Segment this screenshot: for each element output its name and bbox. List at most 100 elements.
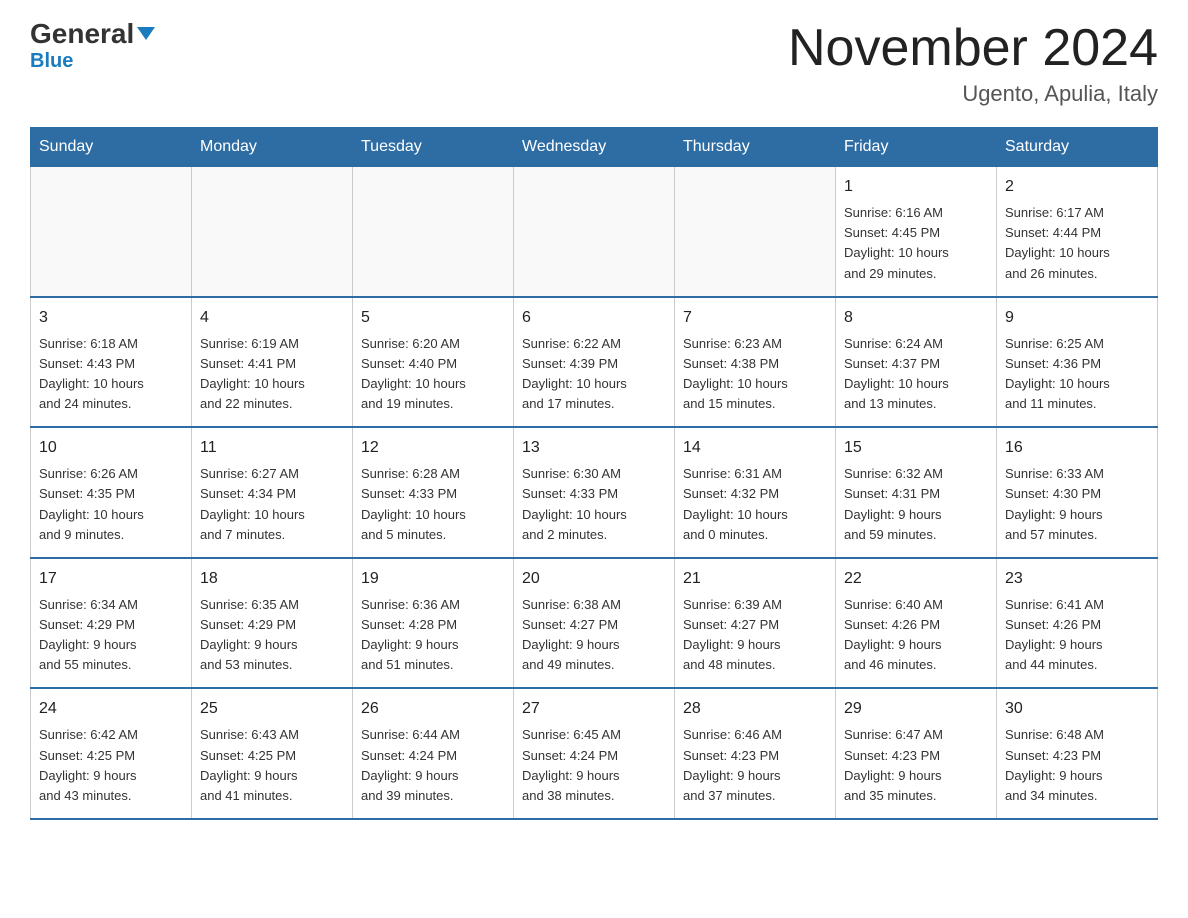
day-info: Sunrise: 6:28 AM Sunset: 4:33 PM Dayligh… xyxy=(361,464,505,545)
day-info: Sunrise: 6:18 AM Sunset: 4:43 PM Dayligh… xyxy=(39,334,183,415)
calendar-week-4: 17 Sunrise: 6:34 AM Sunset: 4:29 PM Dayli… xyxy=(31,558,1158,689)
day-number: 16 xyxy=(1005,436,1149,460)
calendar-cell: 28 Sunrise: 6:46 AM Sunset: 4:23 PM Dayli… xyxy=(675,688,836,819)
day-info: Sunrise: 6:39 AM Sunset: 4:27 PM Dayligh… xyxy=(683,595,827,676)
calendar-cell: 1 Sunrise: 6:16 AM Sunset: 4:45 PM Daylig… xyxy=(836,167,997,297)
calendar-cell xyxy=(514,167,675,297)
weekday-header-thursday: Thursday xyxy=(675,128,836,167)
day-number: 26 xyxy=(361,697,505,721)
calendar-cell: 9 Sunrise: 6:25 AM Sunset: 4:36 PM Daylig… xyxy=(997,297,1158,428)
weekday-header-friday: Friday xyxy=(836,128,997,167)
day-number: 9 xyxy=(1005,306,1149,330)
calendar-cell xyxy=(353,167,514,297)
logo-area: General Blue xyxy=(30,20,156,73)
day-number: 27 xyxy=(522,697,666,721)
calendar-cell: 5 Sunrise: 6:20 AM Sunset: 4:40 PM Daylig… xyxy=(353,297,514,428)
day-info: Sunrise: 6:22 AM Sunset: 4:39 PM Dayligh… xyxy=(522,334,666,415)
day-info: Sunrise: 6:32 AM Sunset: 4:31 PM Dayligh… xyxy=(844,464,988,545)
calendar-cell: 15 Sunrise: 6:32 AM Sunset: 4:31 PM Dayli… xyxy=(836,427,997,558)
calendar-cell: 21Sunrise: 6:39 AM Sunset: 4:27 PM Dayli… xyxy=(675,558,836,689)
day-info: Sunrise: 6:33 AM Sunset: 4:30 PM Dayligh… xyxy=(1005,464,1149,545)
day-number: 11 xyxy=(200,436,344,460)
day-number: 24 xyxy=(39,697,183,721)
day-info: Sunrise: 6:38 AM Sunset: 4:27 PM Dayligh… xyxy=(522,595,666,676)
day-info: Sunrise: 6:44 AM Sunset: 4:24 PM Dayligh… xyxy=(361,725,505,806)
calendar-cell: 25 Sunrise: 6:43 AM Sunset: 4:25 PM Dayli… xyxy=(192,688,353,819)
day-info: Sunrise: 6:31 AM Sunset: 4:32 PM Dayligh… xyxy=(683,464,827,545)
day-info: Sunrise: 6:30 AM Sunset: 4:33 PM Dayligh… xyxy=(522,464,666,545)
day-info: Sunrise: 6:19 AM Sunset: 4:41 PM Dayligh… xyxy=(200,334,344,415)
day-info: Sunrise: 6:26 AM Sunset: 4:35 PM Dayligh… xyxy=(39,464,183,545)
day-number: 1 xyxy=(844,175,988,199)
logo-general: General xyxy=(30,18,134,49)
day-number: 10 xyxy=(39,436,183,460)
day-number: 12 xyxy=(361,436,505,460)
day-info: Sunrise: 6:46 AM Sunset: 4:23 PM Dayligh… xyxy=(683,725,827,806)
day-info: Sunrise: 6:41 AM Sunset: 4:26 PM Dayligh… xyxy=(1005,595,1149,676)
day-number: 29 xyxy=(844,697,988,721)
day-info: Sunrise: 6:24 AM Sunset: 4:37 PM Dayligh… xyxy=(844,334,988,415)
day-number: 17 xyxy=(39,567,183,591)
calendar-cell: 29Sunrise: 6:47 AM Sunset: 4:23 PM Dayli… xyxy=(836,688,997,819)
calendar-cell: 8 Sunrise: 6:24 AM Sunset: 4:37 PM Daylig… xyxy=(836,297,997,428)
calendar-cell: 20 Sunrise: 6:38 AM Sunset: 4:27 PM Dayli… xyxy=(514,558,675,689)
calendar-cell: 17 Sunrise: 6:34 AM Sunset: 4:29 PM Dayli… xyxy=(31,558,192,689)
day-info: Sunrise: 6:16 AM Sunset: 4:45 PM Dayligh… xyxy=(844,203,988,284)
calendar-cell xyxy=(31,167,192,297)
day-info: Sunrise: 6:36 AM Sunset: 4:28 PM Dayligh… xyxy=(361,595,505,676)
calendar-cell: 22Sunrise: 6:40 AM Sunset: 4:26 PM Dayli… xyxy=(836,558,997,689)
weekday-header-monday: Monday xyxy=(192,128,353,167)
day-number: 5 xyxy=(361,306,505,330)
calendar-cell: 26 Sunrise: 6:44 AM Sunset: 4:24 PM Dayli… xyxy=(353,688,514,819)
logo-triangle xyxy=(137,27,155,40)
calendar-cell: 4 Sunrise: 6:19 AM Sunset: 4:41 PM Daylig… xyxy=(192,297,353,428)
day-number: 2 xyxy=(1005,175,1149,199)
main-title: November 2024 xyxy=(788,20,1158,77)
day-info: Sunrise: 6:25 AM Sunset: 4:36 PM Dayligh… xyxy=(1005,334,1149,415)
calendar-table: SundayMondayTuesdayWednesdayThursdayFrid… xyxy=(30,127,1158,820)
day-number: 4 xyxy=(200,306,344,330)
day-info: Sunrise: 6:23 AM Sunset: 4:38 PM Dayligh… xyxy=(683,334,827,415)
day-number: 25 xyxy=(200,697,344,721)
day-number: 8 xyxy=(844,306,988,330)
day-number: 23 xyxy=(1005,567,1149,591)
calendar-week-5: 24 Sunrise: 6:42 AM Sunset: 4:25 PM Dayli… xyxy=(31,688,1158,819)
weekday-header-row: SundayMondayTuesdayWednesdayThursdayFrid… xyxy=(31,128,1158,167)
day-number: 15 xyxy=(844,436,988,460)
day-number: 14 xyxy=(683,436,827,460)
calendar-cell: 7 Sunrise: 6:23 AM Sunset: 4:38 PM Daylig… xyxy=(675,297,836,428)
calendar-cell: 30Sunrise: 6:48 AM Sunset: 4:23 PM Dayli… xyxy=(997,688,1158,819)
calendar-cell: 12 Sunrise: 6:28 AM Sunset: 4:33 PM Dayli… xyxy=(353,427,514,558)
day-info: Sunrise: 6:42 AM Sunset: 4:25 PM Dayligh… xyxy=(39,725,183,806)
calendar-cell: 11 Sunrise: 6:27 AM Sunset: 4:34 PM Dayli… xyxy=(192,427,353,558)
day-info: Sunrise: 6:27 AM Sunset: 4:34 PM Dayligh… xyxy=(200,464,344,545)
day-info: Sunrise: 6:45 AM Sunset: 4:24 PM Dayligh… xyxy=(522,725,666,806)
day-info: Sunrise: 6:40 AM Sunset: 4:26 PM Dayligh… xyxy=(844,595,988,676)
calendar-body: 1 Sunrise: 6:16 AM Sunset: 4:45 PM Daylig… xyxy=(31,167,1158,819)
calendar-cell: 24 Sunrise: 6:42 AM Sunset: 4:25 PM Dayli… xyxy=(31,688,192,819)
calendar-week-3: 10 Sunrise: 6:26 AM Sunset: 4:35 PM Dayli… xyxy=(31,427,1158,558)
day-info: Sunrise: 6:48 AM Sunset: 4:23 PM Dayligh… xyxy=(1005,725,1149,806)
header: General Blue November 2024 Ugento, Apuli… xyxy=(30,20,1158,107)
day-number: 19 xyxy=(361,567,505,591)
day-number: 28 xyxy=(683,697,827,721)
title-area: November 2024 Ugento, Apulia, Italy xyxy=(788,20,1158,107)
calendar-cell xyxy=(675,167,836,297)
day-number: 20 xyxy=(522,567,666,591)
calendar-week-1: 1 Sunrise: 6:16 AM Sunset: 4:45 PM Daylig… xyxy=(31,167,1158,297)
calendar-cell: 23 Sunrise: 6:41 AM Sunset: 4:26 PM Dayli… xyxy=(997,558,1158,689)
calendar-cell: 2Sunrise: 6:17 AM Sunset: 4:44 PM Daylig… xyxy=(997,167,1158,297)
day-number: 7 xyxy=(683,306,827,330)
calendar-cell: 6 Sunrise: 6:22 AM Sunset: 4:39 PM Daylig… xyxy=(514,297,675,428)
calendar-cell: 3Sunrise: 6:18 AM Sunset: 4:43 PM Daylig… xyxy=(31,297,192,428)
day-number: 18 xyxy=(200,567,344,591)
calendar-cell: 10 Sunrise: 6:26 AM Sunset: 4:35 PM Dayli… xyxy=(31,427,192,558)
day-number: 6 xyxy=(522,306,666,330)
day-number: 13 xyxy=(522,436,666,460)
day-info: Sunrise: 6:35 AM Sunset: 4:29 PM Dayligh… xyxy=(200,595,344,676)
subtitle: Ugento, Apulia, Italy xyxy=(788,81,1158,107)
day-info: Sunrise: 6:20 AM Sunset: 4:40 PM Dayligh… xyxy=(361,334,505,415)
day-info: Sunrise: 6:43 AM Sunset: 4:25 PM Dayligh… xyxy=(200,725,344,806)
weekday-header-saturday: Saturday xyxy=(997,128,1158,167)
day-info: Sunrise: 6:34 AM Sunset: 4:29 PM Dayligh… xyxy=(39,595,183,676)
